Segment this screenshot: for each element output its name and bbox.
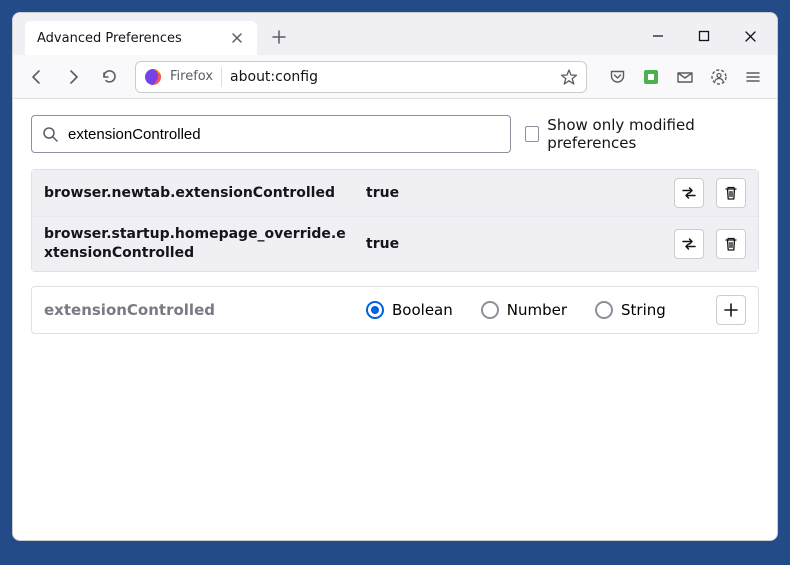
add-preference-row: extensionControlled Boolean Number Strin… bbox=[31, 286, 759, 334]
preference-row[interactable]: browser.newtab.extensionControlled true bbox=[32, 170, 758, 217]
new-tab-button[interactable] bbox=[263, 21, 295, 53]
minimize-button[interactable] bbox=[635, 21, 681, 51]
add-button[interactable] bbox=[716, 295, 746, 325]
mail-icon[interactable] bbox=[669, 61, 701, 93]
tab-title: Advanced Preferences bbox=[37, 31, 182, 46]
search-input[interactable] bbox=[68, 126, 500, 143]
tab-active[interactable]: Advanced Preferences bbox=[25, 21, 257, 55]
show-modified-checkbox[interactable]: Show only modified preferences bbox=[525, 116, 759, 152]
checkbox-icon bbox=[525, 126, 539, 142]
radio-string[interactable]: String bbox=[595, 301, 666, 319]
pref-name: browser.startup.homepage_override.extens… bbox=[44, 225, 354, 263]
checkbox-label: Show only modified preferences bbox=[547, 116, 759, 152]
forward-button[interactable] bbox=[57, 61, 89, 93]
type-radios: Boolean Number String bbox=[366, 301, 704, 319]
radio-icon bbox=[481, 301, 499, 319]
close-tab-icon[interactable] bbox=[229, 30, 245, 46]
pref-value: true bbox=[366, 236, 662, 252]
radio-label: Number bbox=[507, 301, 567, 319]
url-bar[interactable]: Firefox about:config bbox=[135, 61, 587, 93]
delete-button[interactable] bbox=[716, 178, 746, 208]
identity-label: Firefox bbox=[170, 69, 213, 84]
maximize-button[interactable] bbox=[681, 21, 727, 51]
tab-bar: Advanced Preferences bbox=[13, 13, 777, 55]
window-controls bbox=[635, 21, 773, 51]
bookmark-star-icon[interactable] bbox=[560, 68, 578, 86]
about-config-content: Show only modified preferences browser.n… bbox=[13, 99, 777, 540]
radio-boolean[interactable]: Boolean bbox=[366, 301, 453, 319]
radio-icon bbox=[366, 301, 384, 319]
menu-button[interactable] bbox=[737, 61, 769, 93]
pref-value: true bbox=[366, 185, 662, 201]
radio-number[interactable]: Number bbox=[481, 301, 567, 319]
radio-label: Boolean bbox=[392, 301, 453, 319]
search-icon bbox=[42, 126, 58, 142]
firefox-icon bbox=[144, 68, 162, 86]
back-button[interactable] bbox=[21, 61, 53, 93]
pref-name: browser.newtab.extensionControlled bbox=[44, 184, 354, 203]
reload-button[interactable] bbox=[93, 61, 125, 93]
url-text: about:config bbox=[230, 69, 318, 85]
preference-row[interactable]: browser.startup.homepage_override.extens… bbox=[32, 217, 758, 271]
search-row: Show only modified preferences bbox=[31, 115, 759, 153]
navigation-toolbar: Firefox about:config bbox=[13, 55, 777, 99]
extension-icon[interactable] bbox=[635, 61, 667, 93]
add-pref-name: extensionControlled bbox=[44, 301, 354, 319]
account-icon[interactable] bbox=[703, 61, 735, 93]
search-box[interactable] bbox=[31, 115, 511, 153]
toolbar-right bbox=[601, 61, 769, 93]
toggle-button[interactable] bbox=[674, 229, 704, 259]
separator bbox=[221, 67, 222, 87]
pocket-icon[interactable] bbox=[601, 61, 633, 93]
radio-icon bbox=[595, 301, 613, 319]
radio-label: String bbox=[621, 301, 666, 319]
browser-window: Advanced Preferences bbox=[12, 12, 778, 541]
close-button[interactable] bbox=[727, 21, 773, 51]
preference-list: browser.newtab.extensionControlled true … bbox=[31, 169, 759, 272]
toggle-button[interactable] bbox=[674, 178, 704, 208]
delete-button[interactable] bbox=[716, 229, 746, 259]
